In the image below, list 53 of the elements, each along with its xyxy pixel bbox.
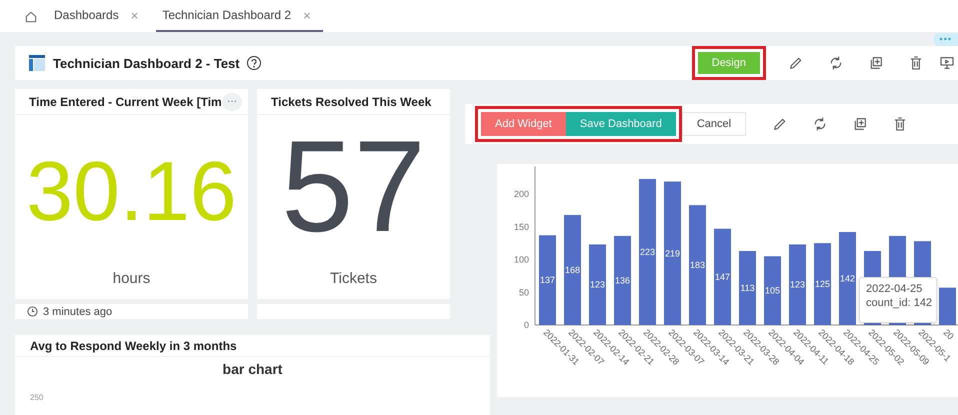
bar-value-label: 136 [614,275,630,286]
tooltip-date: 2022-04-25 [866,283,924,295]
bar [764,256,781,325]
y-tick-label: 200 [514,189,529,199]
bar-value-label: 113 [740,283,755,293]
bar-value-label: 123 [790,280,806,290]
bar-value-label: 137 [540,275,556,286]
add-button[interactable]: Add Widget [481,112,566,136]
y-tick-label: 100 [514,254,529,264]
more-badge[interactable]: ••• [934,33,958,46]
widget-title: Avg to Respond Weekly in 3 months [30,338,237,352]
metric-value: 30.16 [26,149,237,233]
duplicate-icon [868,55,884,71]
y-axis: 0 50 100 150 200 [514,166,536,330]
widget-title: Time Entered - Current Week [Tim [29,94,222,108]
metric-unit: hours [112,270,150,287]
duplicate-icon [852,116,868,132]
bar-value-label: 223 [640,246,656,257]
tab[interactable]: Technician Dashboard 2 × [156,0,323,32]
close-icon[interactable]: × [130,8,138,22]
y-tick-label: 0 [524,320,529,330]
design-button[interactable]: Design [698,52,760,74]
chart-title: bar chart [222,361,282,377]
presentation-icon [939,55,955,71]
table-icon [29,55,45,71]
bar-value-label: 123 [590,280,606,290]
bar-value-label: 147 [714,272,730,282]
dashboard-title: Technician Dashboard 2 - Test [53,56,240,70]
trash-icon [908,55,924,71]
widget-title: Tickets Resolved This Week [271,94,432,108]
save-button[interactable]: Save Dashboard [566,112,676,136]
bar-value-label: 105 [764,286,780,296]
tooltip-value: count_id: 142 [866,297,934,309]
clock-icon [27,306,38,317]
tab[interactable]: Dashboards × [48,0,150,32]
more-button[interactable]: ··· [222,92,242,110]
metric-value: 57 [281,121,426,251]
refresh-icon [828,55,844,71]
help-icon [246,55,262,71]
updated-time: 3 minutes ago [43,306,112,318]
metric-unit: Tickets [330,270,377,287]
bar-value-label: 142 [840,274,856,284]
bar-value-label: 219 [664,248,680,258]
bar-value-label: 125 [814,279,830,290]
bar [939,288,956,325]
edit-icon [788,55,804,71]
cancel-button[interactable]: Cancel [682,112,746,136]
close-icon[interactable]: × [303,8,311,22]
axis-tick-label: 250 [30,393,44,402]
bar-value-label: 183 [690,260,706,270]
bar-value-label: 168 [564,264,580,275]
y-tick-label: 150 [514,222,529,232]
y-tick-label: 50 [518,287,529,298]
